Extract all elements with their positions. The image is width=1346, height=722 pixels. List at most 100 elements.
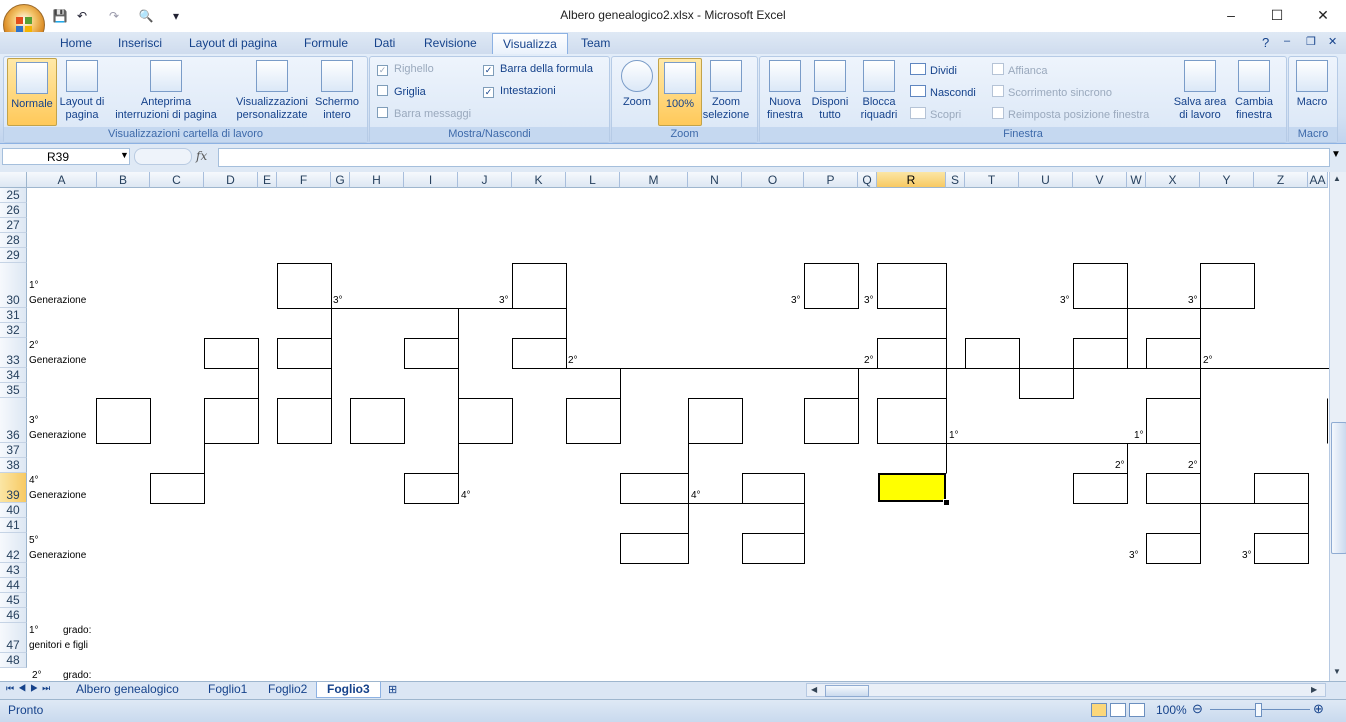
column-header-u[interactable]: U	[1019, 172, 1073, 188]
sheet-tab-albero[interactable]: Albero genealogico	[66, 682, 189, 697]
column-header-c[interactable]: C	[150, 172, 204, 188]
row-header-28[interactable]: 28	[0, 233, 27, 248]
row-header-46[interactable]: 46	[0, 608, 27, 623]
fill-handle[interactable]	[943, 499, 950, 506]
row-header-44[interactable]: 44	[0, 578, 27, 593]
split-button[interactable]: Dividi	[910, 63, 957, 77]
column-header-b[interactable]: B	[97, 172, 150, 188]
column-header-i[interactable]: I	[404, 172, 458, 188]
ruler-checkbox[interactable]: ✓ Righello	[377, 63, 434, 76]
tab-data[interactable]: Dati	[364, 33, 405, 53]
ribbon-minimize-icon[interactable]: –	[1284, 35, 1290, 47]
row-header-25[interactable]: 25	[0, 188, 27, 203]
scroll-right-icon[interactable]: ▶	[1311, 685, 1317, 694]
normal-view-button[interactable]: Normale	[7, 58, 57, 126]
sync-scroll-button[interactable]: Scorrimento sincrono	[992, 85, 1112, 99]
column-header-w[interactable]: W	[1127, 172, 1146, 188]
full-screen-button[interactable]: Schermo intero	[313, 60, 361, 122]
select-all-corner[interactable]	[0, 172, 27, 188]
horizontal-scroll-thumb[interactable]	[825, 685, 869, 697]
row-header-32[interactable]: 32	[0, 323, 27, 338]
sheet-tab-foglio2[interactable]: Foglio2	[258, 682, 317, 697]
row-header-34[interactable]: 34	[0, 368, 27, 383]
sheet-tab-foglio1[interactable]: Foglio1	[198, 682, 257, 697]
row-header-39[interactable]: 39	[0, 473, 27, 503]
sheet-tab-foglio3[interactable]: Foglio3	[316, 682, 381, 698]
tab-team[interactable]: Team	[571, 33, 620, 53]
column-header-l[interactable]: L	[566, 172, 620, 188]
sheet-navigation-icons[interactable]: ⏮◀▶⏭	[6, 683, 54, 694]
page-layout-view-button[interactable]: Layout di pagina	[57, 60, 107, 122]
row-header-37[interactable]: 37	[0, 443, 27, 458]
row-header-48[interactable]: 48	[0, 653, 27, 668]
insert-sheet-icon[interactable]: ⊞	[388, 683, 397, 696]
zoom-level[interactable]: 100%	[1156, 703, 1187, 717]
row-header-31[interactable]: 31	[0, 308, 27, 323]
gridlines-checkbox[interactable]: Griglia	[377, 85, 426, 98]
redo-icon[interactable]: ↷	[106, 8, 122, 24]
name-box[interactable]: R39	[2, 148, 130, 165]
print-preview-icon[interactable]: 🔍	[138, 8, 154, 24]
column-header-r[interactable]: R	[877, 172, 946, 188]
save-workspace-button[interactable]: Salva area di lavoro	[1170, 60, 1230, 122]
formula-bar-resize-handle[interactable]	[134, 148, 192, 165]
unhide-button[interactable]: Scopri	[910, 107, 961, 121]
row-header-40[interactable]: 40	[0, 503, 27, 518]
page-break-status-icon[interactable]	[1129, 703, 1145, 717]
scroll-left-icon[interactable]: ◀	[811, 685, 817, 694]
minimize-button[interactable]: –	[1208, 0, 1254, 30]
column-header-j[interactable]: J	[458, 172, 512, 188]
column-header-t[interactable]: T	[965, 172, 1019, 188]
help-icon[interactable]: ?	[1262, 35, 1269, 50]
row-header-26[interactable]: 26	[0, 203, 27, 218]
selected-cell-r39[interactable]	[878, 473, 946, 502]
row-header-35[interactable]: 35	[0, 383, 27, 398]
zoom-100-button[interactable]: 100%	[658, 58, 702, 126]
ribbon-close-icon[interactable]: ✕	[1328, 35, 1337, 48]
worksheet-grid[interactable]: 1° Generazione 2° Generazione 3° Generaz…	[27, 188, 1329, 681]
arrange-all-button[interactable]: Disponi tutto	[808, 60, 852, 122]
page-layout-status-icon[interactable]	[1110, 703, 1126, 717]
column-header-h[interactable]: H	[350, 172, 404, 188]
formula-input[interactable]	[218, 148, 1330, 167]
maximize-button[interactable]: ☐	[1254, 0, 1300, 30]
name-box-dropdown-icon[interactable]: ▼	[120, 150, 129, 160]
normal-view-status-icon[interactable]	[1091, 703, 1107, 717]
macro-button[interactable]: Macro	[1290, 60, 1334, 109]
scroll-up-icon[interactable]: ▲	[1333, 174, 1341, 183]
column-header-f[interactable]: F	[277, 172, 331, 188]
row-header-30[interactable]: 30	[0, 263, 27, 308]
reset-position-button[interactable]: Reimposta posizione finestra	[992, 107, 1149, 121]
column-header-g[interactable]: G	[331, 172, 350, 188]
tab-formulas[interactable]: Formule	[294, 33, 358, 53]
tab-home[interactable]: Home	[50, 33, 102, 53]
row-header-33[interactable]: 33	[0, 338, 27, 368]
freeze-panes-button[interactable]: Blocca riquadri	[853, 60, 905, 122]
column-header-s[interactable]: S	[946, 172, 965, 188]
row-header-45[interactable]: 45	[0, 593, 27, 608]
message-bar-checkbox[interactable]: Barra messaggi	[377, 107, 471, 120]
insert-function-icon[interactable]: fx	[196, 148, 216, 165]
row-header-41[interactable]: 41	[0, 518, 27, 533]
vertical-scrollbar[interactable]: ▲ ▼	[1329, 172, 1346, 681]
column-header-k[interactable]: K	[512, 172, 566, 188]
ribbon-restore-icon[interactable]: ❐	[1306, 35, 1316, 48]
formula-bar-checkbox[interactable]: ✓ Barra della formula	[483, 63, 593, 76]
column-header-e[interactable]: E	[258, 172, 277, 188]
column-header-v[interactable]: V	[1073, 172, 1127, 188]
zoom-out-icon[interactable]: ⊖	[1192, 701, 1203, 717]
horizontal-scrollbar[interactable]: ◀ ▶	[806, 683, 1326, 697]
row-header-47[interactable]: 47	[0, 623, 27, 653]
row-header-29[interactable]: 29	[0, 248, 27, 263]
page-break-preview-button[interactable]: Anteprima interruzioni di pagina	[108, 60, 224, 122]
side-by-side-button[interactable]: Affianca	[992, 63, 1048, 77]
save-icon[interactable]: 💾	[52, 8, 68, 24]
column-header-x[interactable]: X	[1146, 172, 1200, 188]
zoom-button[interactable]: Zoom	[615, 60, 659, 109]
tab-review[interactable]: Revisione	[414, 33, 487, 53]
hide-button[interactable]: Nascondi	[910, 85, 976, 99]
column-header-z[interactable]: Z	[1254, 172, 1308, 188]
column-header-p[interactable]: P	[804, 172, 858, 188]
zoom-slider-thumb[interactable]	[1255, 703, 1262, 717]
tab-page-layout[interactable]: Layout di pagina	[179, 33, 287, 53]
